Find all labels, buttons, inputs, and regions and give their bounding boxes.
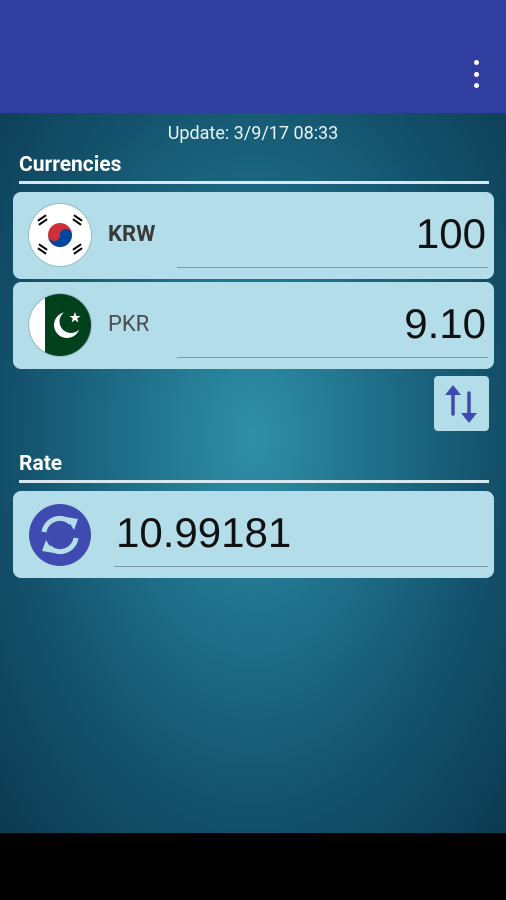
rate-value[interactable]: 10.99181 (116, 509, 291, 557)
system-nav-bar (0, 833, 506, 900)
currencies-title: Currencies (19, 153, 122, 177)
swap-currencies-button[interactable] (434, 376, 489, 431)
rate-card: 10.99181 (13, 491, 494, 578)
amount-underline (177, 267, 488, 268)
app-bar (0, 0, 506, 113)
refresh-icon[interactable] (29, 504, 91, 566)
korea-flag-icon[interactable] (29, 204, 91, 266)
update-timestamp: Update: 3/9/17 08:33 (167, 123, 339, 144)
amount-input-krw[interactable]: 100 (416, 210, 486, 258)
currency-card-pkr: PKR 9.10 (13, 282, 494, 369)
more-vert-icon[interactable] (464, 60, 488, 88)
rate-divider (19, 480, 489, 483)
rate-title: Rate (19, 452, 63, 476)
currency-code-krw[interactable]: KRW (108, 222, 155, 247)
amount-underline (177, 357, 488, 358)
pakistan-flag-icon[interactable] (29, 294, 91, 356)
rate-underline (114, 566, 488, 567)
main-content: Update: 3/9/17 08:33 Currencies KRW 100 … (0, 113, 506, 833)
swap-vertical-icon (445, 385, 477, 423)
amount-input-pkr[interactable]: 9.10 (404, 300, 486, 348)
currency-card-krw: KRW 100 (13, 192, 494, 279)
currency-code-pkr[interactable]: PKR (108, 312, 149, 337)
currencies-divider (19, 181, 489, 184)
